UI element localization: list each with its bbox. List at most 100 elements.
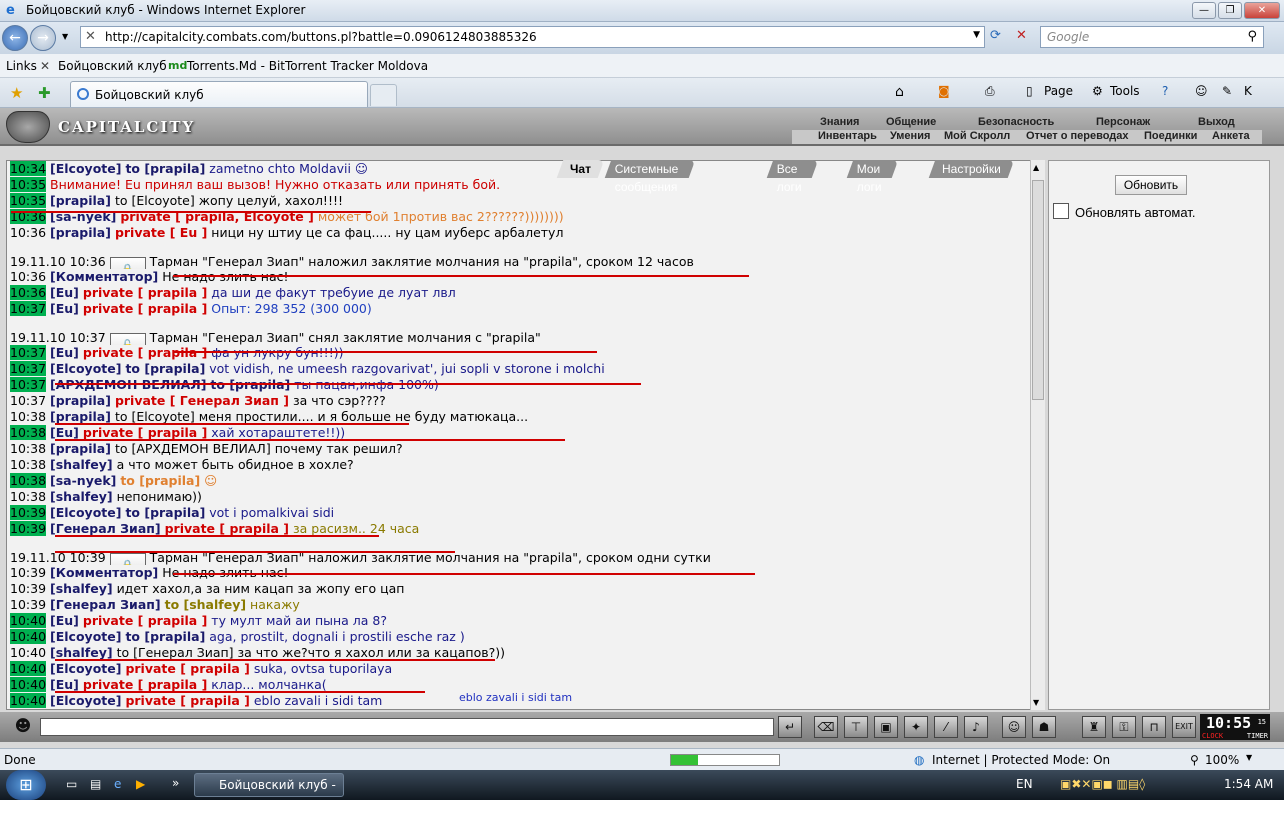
scroll-thumb[interactable] bbox=[1032, 180, 1044, 400]
add-favorite-icon[interactable]: ✚ bbox=[38, 84, 51, 102]
translit-icon[interactable]: ⁄ bbox=[934, 716, 958, 738]
ie-quicklaunch-icon[interactable]: e bbox=[114, 777, 121, 791]
messenger-icon[interactable]: ☺ bbox=[1195, 84, 1208, 98]
save-icon[interactable]: ▣ bbox=[874, 716, 898, 738]
chat-nick[interactable]: [Eu] bbox=[50, 285, 79, 300]
chat-recipient[interactable]: private [ prapila ] bbox=[165, 521, 289, 536]
favorites-star-icon[interactable]: ★ bbox=[10, 84, 23, 102]
tools-menu[interactable]: Tools bbox=[1110, 84, 1140, 98]
team-icon[interactable]: ☗ bbox=[1032, 716, 1056, 738]
chat-nick[interactable]: [Eu] bbox=[50, 677, 79, 692]
tab-chat[interactable]: Чат bbox=[556, 160, 605, 178]
show-desktop-icon[interactable]: ▭ bbox=[66, 777, 77, 791]
chat-nick[interactable]: [prapila] bbox=[50, 393, 111, 408]
refresh-button[interactable]: Обновить bbox=[1115, 175, 1187, 195]
chat-nick[interactable]: [shalfey] bbox=[50, 645, 113, 660]
chat-recipient[interactable]: to [Генерал Зиап] bbox=[117, 645, 234, 660]
chat-recipient[interactable]: to [prapila] bbox=[125, 629, 205, 644]
chat-nick[interactable]: [Генерал Зиап] bbox=[50, 597, 161, 612]
chat-nick[interactable]: [Комментатор] bbox=[50, 269, 158, 284]
address-field[interactable]: ✕ http://capitalcity.combats.com/buttons… bbox=[80, 26, 985, 48]
chat-nick[interactable]: [Elcoyote] bbox=[50, 161, 121, 176]
taskbar-window-button[interactable]: Бойцовский клуб - ... bbox=[194, 773, 344, 814]
lock-icon[interactable]: ⊓ bbox=[1142, 716, 1166, 738]
chat-recipient[interactable]: private [ prapila ] bbox=[83, 677, 207, 692]
forward-button[interactable]: → bbox=[30, 25, 56, 51]
chat-recipient[interactable]: private [ prapila ] bbox=[83, 425, 207, 440]
bag-icon[interactable]: ♜ bbox=[1082, 716, 1106, 738]
chat-nick[interactable]: [Elcoyote] bbox=[50, 629, 121, 644]
chat-nick[interactable]: [Eu] bbox=[50, 613, 79, 628]
chat-recipient[interactable]: to [prapila] bbox=[125, 161, 205, 176]
page-menu[interactable]: Page bbox=[1044, 84, 1073, 98]
security-zone[interactable]: Internet | Protected Mode: On bbox=[932, 753, 1110, 767]
research-icon[interactable]: ✎ bbox=[1222, 84, 1232, 98]
chat-recipient[interactable]: to [shalfey] bbox=[165, 597, 246, 612]
scroll-up-icon[interactable]: ▲ bbox=[1033, 163, 1039, 172]
chat-nick[interactable]: [Генерал Зиап] bbox=[50, 521, 161, 536]
clear-icon[interactable]: ⌫ bbox=[814, 716, 838, 738]
menu-my-scroll[interactable]: Мой Скролл bbox=[944, 130, 1010, 142]
close-window-button[interactable]: ✕ bbox=[1244, 2, 1280, 19]
chat-recipient[interactable]: to [prapila] bbox=[125, 505, 205, 520]
chat-nick[interactable]: [Elcoyote] bbox=[50, 361, 121, 376]
chat-nick[interactable]: [prapila] bbox=[50, 441, 111, 456]
help-icon[interactable]: ? bbox=[1162, 84, 1168, 98]
maximize-button[interactable]: ❐ bbox=[1218, 2, 1242, 19]
more-quicklaunch-icon[interactable]: » bbox=[172, 776, 179, 790]
chat-recipient[interactable]: to [Elcoyote] bbox=[115, 409, 195, 424]
chat-recipient[interactable]: private [ prapila ] bbox=[83, 613, 207, 628]
link-torrents[interactable]: Torrents.Md - BitTorrent Tracker Moldova bbox=[187, 59, 428, 73]
menu-profile[interactable]: Анкета bbox=[1212, 130, 1250, 142]
menu-knowledge[interactable]: Знания bbox=[820, 116, 859, 128]
chat-nick[interactable]: [shalfey] bbox=[50, 489, 113, 504]
print-icon[interactable]: ⎙ bbox=[985, 84, 995, 99]
scroll-down-icon[interactable]: ▼ bbox=[1033, 698, 1039, 707]
switch-windows-icon[interactable]: ▤ bbox=[90, 777, 101, 791]
menu-character[interactable]: Персонаж bbox=[1096, 116, 1150, 128]
tab-my-logs[interactable]: Мои логи bbox=[846, 160, 899, 194]
menu-transfer-report[interactable]: Отчет о переводах bbox=[1026, 130, 1129, 142]
smiley-icon[interactable]: ☺ bbox=[1002, 716, 1026, 738]
chat-nick[interactable]: [shalfey] bbox=[50, 581, 113, 596]
tab-fight-club[interactable]: Бойцовский клуб bbox=[70, 81, 368, 107]
search-input[interactable]: Google ⚲ bbox=[1040, 26, 1264, 48]
stop-icon[interactable]: ✕ bbox=[1016, 28, 1027, 43]
chat-nick[interactable]: [Elcoyote] bbox=[50, 693, 121, 708]
send-icon[interactable]: ↵ bbox=[778, 716, 802, 738]
chat-nick[interactable]: [sa-nyek] bbox=[50, 473, 116, 488]
menu-fights[interactable]: Поединки bbox=[1144, 130, 1197, 142]
address-dropdown-icon[interactable]: ▼ bbox=[973, 30, 980, 40]
link-fight-club[interactable]: Бойцовский клуб bbox=[58, 59, 167, 73]
chat-recipient[interactable]: to [Elcoyote] bbox=[115, 193, 195, 208]
tab-settings[interactable]: Настройки bbox=[928, 160, 1015, 178]
tray-icons[interactable]: ▣✖✕▣◼ ▥▤◊ bbox=[1060, 777, 1145, 791]
new-tab-button[interactable] bbox=[370, 84, 397, 106]
chat-nick[interactable]: [Eu] bbox=[50, 345, 79, 360]
user-menu-icon[interactable]: ☻ bbox=[10, 716, 36, 738]
chat-recipient[interactable]: to [prapila] bbox=[120, 473, 200, 488]
chat-nick[interactable]: [Комментатор] bbox=[50, 565, 158, 580]
chat-input[interactable] bbox=[40, 718, 774, 736]
zoom-level[interactable]: 100% bbox=[1205, 753, 1239, 767]
tab-system-messages[interactable]: Системные сообщения bbox=[604, 160, 695, 194]
chat-recipient[interactable]: private [ Генерал Зиап ] bbox=[115, 393, 289, 408]
chat-nick[interactable]: [Elcoyote] bbox=[50, 505, 121, 520]
menu-exit[interactable]: Выход bbox=[1198, 116, 1235, 128]
chat-nick[interactable]: [Elcoyote] bbox=[50, 661, 121, 676]
chat-nick[interactable]: [Eu] bbox=[50, 425, 79, 440]
history-dropdown-icon[interactable]: ▼ bbox=[62, 32, 68, 41]
minimize-button[interactable]: — bbox=[1192, 2, 1216, 19]
tab-all-logs[interactable]: Все логи bbox=[766, 160, 819, 194]
menu-inventory[interactable]: Инвентарь bbox=[818, 130, 877, 142]
refresh-icon[interactable]: ⟳ bbox=[990, 28, 1001, 43]
chat-recipient[interactable]: private [ prapila ] bbox=[125, 661, 249, 676]
language-indicator[interactable]: EN bbox=[1016, 777, 1033, 791]
start-button[interactable]: ⊞ bbox=[6, 770, 46, 800]
menu-communication[interactable]: Общение bbox=[886, 116, 936, 128]
back-button[interactable]: ← bbox=[2, 25, 28, 51]
chat-recipient[interactable]: private [ Eu ] bbox=[115, 225, 207, 240]
silence-icon[interactable]: ⚿ bbox=[1112, 716, 1136, 738]
chat-nick[interactable]: [prapila] bbox=[50, 193, 111, 208]
walk-icon[interactable]: ✦ bbox=[904, 716, 928, 738]
